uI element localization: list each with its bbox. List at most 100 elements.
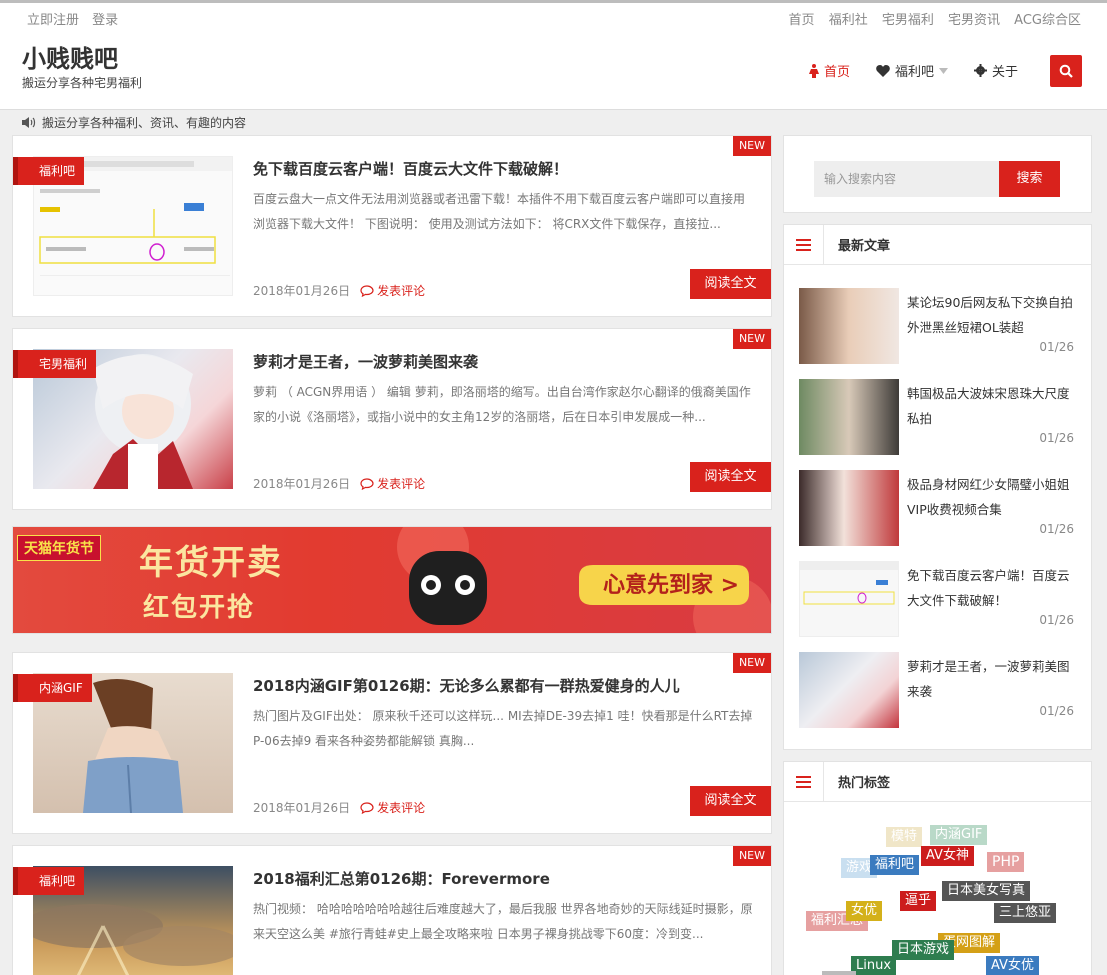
nav-item-about[interactable]: 关于 xyxy=(973,61,1018,80)
read-more-button[interactable]: 阅读全文 xyxy=(690,786,771,816)
tag-item[interactable]: PHP xyxy=(987,852,1025,872)
hot-tags-widget: 热门标签 模特 内涵GIF 游戏 福利吧 AV女神 PHP 日本美女写真 逼乎 … xyxy=(783,761,1092,975)
speaker-icon xyxy=(22,117,36,128)
tag-item[interactable]: 内涵GIF xyxy=(930,825,988,845)
nav-item-label: 福利吧 xyxy=(894,65,934,80)
recent-post-thumbnail[interactable] xyxy=(799,561,899,637)
post-title[interactable]: 2018福利汇总第0126期：Forevermore xyxy=(253,868,550,889)
menu-icon xyxy=(784,224,824,265)
recent-post-title[interactable]: 极品身材网红少女隔璧小姐姐VIP收费视频合集 xyxy=(907,472,1077,522)
tag-item[interactable]: 福利吧 xyxy=(870,855,920,875)
post-date: 2018年01月26日 xyxy=(253,284,351,298)
widget-title: 最新文章 xyxy=(838,239,891,254)
ad-banner[interactable]: 天猫年货节 年货开卖 红包开抢 心意先到家 > xyxy=(12,526,772,634)
banner-headline-1: 年货开卖 xyxy=(139,543,283,583)
nav-item-home[interactable]: 首页 xyxy=(808,61,850,80)
banner-cta: 心意先到家 > xyxy=(603,573,740,598)
recent-post-item[interactable]: 免下载百度云客户端！百度云大文件下载破解！ 01/26 xyxy=(799,561,1079,637)
post-title[interactable]: 2018内涵GIF第0126期：无论多么累都有一群热爱健身的人儿 xyxy=(253,675,680,696)
comment-label: 发表评论 xyxy=(377,801,426,815)
recent-post-thumbnail[interactable] xyxy=(799,652,899,728)
comment-icon xyxy=(360,477,374,490)
post-meta: 2018年01月26日 发表评论 xyxy=(253,475,425,492)
recent-post-title[interactable]: 某论坛90后网友私下交换自拍外泄黑丝短裙OL装超 xyxy=(907,290,1077,340)
recent-post-title[interactable]: 韩国极品大波妹宋恩珠大尺度私拍 xyxy=(907,381,1077,431)
heart-icon xyxy=(876,64,890,77)
comment-link[interactable]: 发表评论 xyxy=(360,799,425,816)
recent-post-thumbnail[interactable] xyxy=(799,379,899,455)
post-title[interactable]: 萝莉才是王者，一波萝莉美图来袭 xyxy=(253,351,478,372)
comment-label: 发表评论 xyxy=(377,477,426,491)
category-badge[interactable]: 内涵GIF xyxy=(13,674,92,702)
category-badge[interactable]: 福利吧 xyxy=(13,157,85,185)
top-link-home[interactable]: 首页 xyxy=(789,13,815,28)
sidebar-search-input[interactable]: 输入搜索内容 xyxy=(814,161,999,197)
top-link-fulishe[interactable]: 福利社 xyxy=(829,13,868,28)
recent-post-item[interactable]: 某论坛90后网友私下交换自拍外泄黑丝短裙OL装超 01/26 xyxy=(799,288,1079,364)
post-card: 内涵GIF NEW 2018内涵GIF第0126期：无论多么累都有一群热爱健身的… xyxy=(12,652,772,834)
new-badge: NEW xyxy=(732,329,771,349)
tag-item[interactable]: 女优 xyxy=(846,901,883,921)
top-link-acg[interactable]: ACG综合区 xyxy=(1014,13,1081,28)
tag-item[interactable]: AV女神 xyxy=(921,846,974,866)
comment-label: 发表评论 xyxy=(377,284,426,298)
site-subtitle: 搬运分享各种宅男福利 xyxy=(22,76,143,90)
tag-item[interactable]: 逼乎 xyxy=(900,891,937,911)
post-meta: 2018年01月26日 发表评论 xyxy=(253,282,425,299)
read-more-button[interactable]: 阅读全文 xyxy=(690,269,771,299)
read-more-button[interactable]: 阅读全文 xyxy=(690,462,771,492)
tag-cloud: 模特 内涵GIF 游戏 福利吧 AV女神 PHP 日本美女写真 逼乎 福利汇总 … xyxy=(784,803,1093,975)
recent-post-title[interactable]: 免下载百度云客户端！百度云大文件下载破解！ xyxy=(907,563,1077,613)
comment-link[interactable]: 发表评论 xyxy=(360,475,425,492)
female-icon xyxy=(808,63,819,78)
category-badge[interactable]: 宅男福利 xyxy=(13,350,97,378)
recent-post-item[interactable]: 韩国极品大波妹宋恩珠大尺度私拍 01/26 xyxy=(799,379,1079,455)
sidebar-search-widget: 输入搜索内容 搜索 xyxy=(783,135,1092,213)
banner-headline-2: 红包开抢 xyxy=(143,593,256,623)
banner-brand: 天猫年货节 xyxy=(17,535,101,561)
recent-posts-widget: 最新文章 某论坛90后网友私下交换自拍外泄黑丝短裙OL装超 01/26 韩国极品… xyxy=(783,224,1092,750)
post-date: 2018年01月26日 xyxy=(253,801,351,815)
widget-header: 最新文章 xyxy=(784,224,1091,265)
comment-icon xyxy=(360,801,374,814)
post-date: 2018年01月26日 xyxy=(253,477,351,491)
new-badge: NEW xyxy=(732,136,771,156)
register-link[interactable]: 立即注册 xyxy=(27,13,79,28)
recent-post-thumbnail[interactable] xyxy=(799,470,899,546)
tag-item[interactable]: 日本游戏 xyxy=(892,940,955,960)
recent-post-date: 01/26 xyxy=(1039,522,1074,536)
recent-post-date: 01/26 xyxy=(1039,340,1074,354)
search-icon xyxy=(1059,64,1073,78)
menu-icon xyxy=(784,761,824,802)
post-excerpt: 萝莉 （ ACGN界用语 ） 编辑 萝莉，即洛丽塔的缩写。出自台湾作家赵尔心翻译… xyxy=(253,385,751,424)
new-badge: NEW xyxy=(732,846,771,866)
comment-link[interactable]: 发表评论 xyxy=(360,282,425,299)
site-title[interactable]: 小贱贱吧 xyxy=(22,39,118,74)
site-header: 立即注册 登录 首页 福利社 宅男福利 宅男资讯 ACG综合区 小贱贱吧 搬运分… xyxy=(0,0,1107,110)
tag-item[interactable]: 日本美女写真 xyxy=(942,881,1031,901)
recent-post-title[interactable]: 萝莉才是王者，一波萝莉美图来袭 xyxy=(907,654,1077,704)
tag-item[interactable]: AV女优 xyxy=(986,956,1039,975)
widget-header: 热门标签 xyxy=(784,761,1091,802)
login-link[interactable]: 登录 xyxy=(92,13,118,28)
top-link-zhainan-news[interactable]: 宅男资讯 xyxy=(948,13,1000,28)
top-left-links: 立即注册 登录 xyxy=(27,9,127,28)
category-badge[interactable]: 福利吧 xyxy=(13,867,85,895)
nav-item-fuliba[interactable]: 福利吧 xyxy=(876,61,948,80)
top-link-zhainan-fuli[interactable]: 宅男福利 xyxy=(882,13,934,28)
header-search-button[interactable] xyxy=(1050,55,1082,87)
tag-item[interactable]: 小日 xyxy=(822,971,857,975)
tag-item[interactable]: 三上悠亚 xyxy=(994,903,1057,923)
recent-post-thumbnail[interactable] xyxy=(799,288,899,364)
tag-item[interactable]: Linux xyxy=(851,956,897,975)
sidebar-search-button[interactable]: 搜索 xyxy=(999,161,1060,197)
recent-post-item[interactable]: 萝莉才是王者，一波萝莉美图来袭 01/26 xyxy=(799,652,1079,728)
nav-item-label: 首页 xyxy=(823,65,850,80)
post-title[interactable]: 免下载百度云客户端！百度云大文件下载破解！ xyxy=(253,158,568,179)
recent-post-item[interactable]: 极品身材网红少女隔璧小姐姐VIP收费视频合集 01/26 xyxy=(799,470,1079,546)
post-card: 宅男福利 NEW 萝莉才是王者，一波萝莉美图来袭 萝莉 （ ACGN界用语 ） … xyxy=(12,328,772,510)
widget-title: 热门标签 xyxy=(838,776,891,791)
post-card: 福利吧 NEW 免下载百度云客户端！百度云大文件下载破解！ 百度云盘大一点文件无… xyxy=(12,135,772,317)
tag-item[interactable]: 模特 xyxy=(886,827,923,847)
post-excerpt: 百度云盘大一点文件无法用浏览器或者迅雷下载！本插件不用下载百度云客户端即可以直接… xyxy=(253,192,746,231)
